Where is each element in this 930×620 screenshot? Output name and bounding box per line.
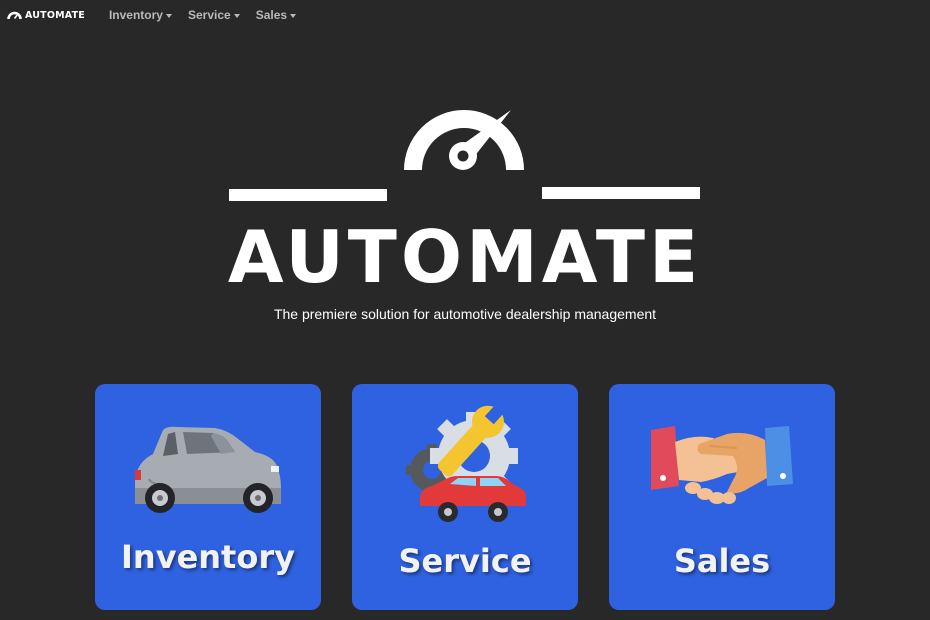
handshake-icon [651,426,793,504]
hero-tagline: The premiere solution for automotive dea… [273,306,657,322]
service-card[interactable]: Service [352,384,578,610]
divider-left [229,189,387,201]
inventory-card-label: Inventory [121,538,295,576]
wrench-gear-car-icon [406,404,526,522]
divider-right [542,187,700,199]
hero-title: AUTOMATE [227,215,703,299]
service-card-label: Service [398,542,532,580]
inventory-card[interactable]: Inventory [95,384,321,610]
sales-card[interactable]: Sales [609,384,835,610]
speedometer-icon [404,110,524,171]
sales-card-label: Sales [673,542,771,580]
car-icon [135,426,281,513]
